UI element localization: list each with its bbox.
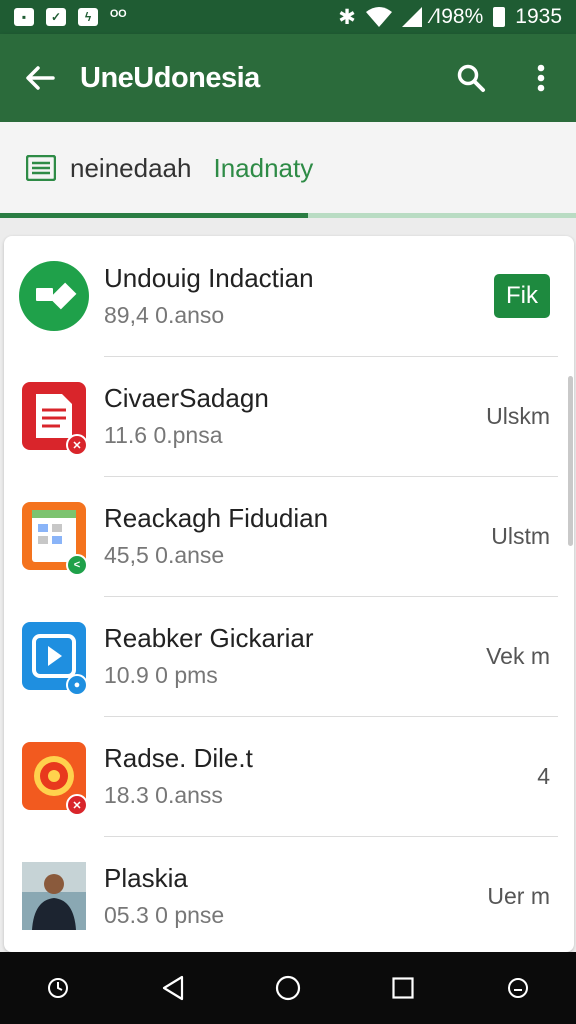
page-title: UneUdonesia [80,61,260,94]
voicemail-icon: ᴼᴼ [110,8,127,25]
back-nav-button[interactable] [143,958,203,1018]
list-item[interactable]: Undouig Indactian 89,4 0.anso Fik [4,236,574,356]
app-size: 05.3 0 pnse [104,902,225,928]
photo-notification-icon: ✓ [46,8,66,26]
search-icon [457,64,485,92]
home-circle-icon [275,975,301,1001]
notification-icon: ▪ [14,8,34,26]
tab-second[interactable]: Inadnaty [213,153,313,184]
share-badge-icon: < [66,554,88,576]
app-name: Radse. Dile.t [104,743,253,773]
tab-bar: neinedaah Inadnaty [0,122,576,218]
clock: 1935 [515,5,562,28]
error-badge-icon: ✕ [66,434,88,456]
tab-progress-track [0,213,576,218]
app-name: Undouig Indactian [104,263,314,293]
assistant-button[interactable] [28,958,88,1018]
tab-first[interactable]: neinedaah [70,153,191,184]
wifi-icon [365,7,392,27]
arrow-left-icon [26,66,55,90]
app-size: 45,5 0.anse [104,542,225,568]
info-badge-icon: ● [66,674,88,696]
back-button[interactable] [0,34,80,122]
app-name: Reabker Gickariar [104,623,314,653]
app-action[interactable]: Vek m [486,643,550,670]
search-button[interactable] [436,34,506,122]
app-name: CivaerSadagn [104,383,269,413]
app-action[interactable]: Ulstm [491,523,550,550]
minus-nav-button[interactable] [488,958,548,1018]
flash-notification-icon: ϟ [78,8,98,26]
back-triangle-icon [162,975,183,1001]
system-nav-bar [0,952,576,1024]
more-vert-icon [537,64,545,92]
app-name: Plaskia [104,863,188,893]
list-item[interactable]: ✕ Radse. Dile.t 18.3 0.anss 4 [4,716,574,836]
home-nav-button[interactable] [258,958,318,1018]
battery-percent: ∕I98% [431,5,484,28]
app-size: 89,4 0.anso [104,302,225,328]
green-app-icon [19,261,89,331]
app-name: Reackagh Fidudian [104,503,329,533]
timer-icon [47,978,68,998]
fix-button[interactable]: Fik [494,274,550,318]
app-action[interactable]: Uer m [487,883,550,910]
app-size: 11.6 0.pnsa [104,422,223,448]
recents-nav-button[interactable] [373,958,433,1018]
list-item[interactable]: < Reackagh Fidudian 45,5 0.anse Ulstm [4,476,574,596]
app-list-card: Undouig Indactian 89,4 0.anso Fik ✕ Civa… [4,236,574,952]
signal-icon [401,7,422,27]
overflow-menu-button[interactable] [506,34,576,122]
list-item[interactable]: ● Reabker Gickariar 10.9 0 pms Vek m [4,596,574,716]
tab-progress-fill [0,213,309,218]
recents-square-icon [392,977,414,999]
scrollbar[interactable] [568,376,573,546]
list-item[interactable]: ✕ CivaerSadagn 11.6 0.pnsa Ulskm [4,356,574,476]
app-size: 18.3 0.anss [104,782,223,808]
app-bar: UneUdonesia [0,34,576,122]
minus-circle-icon [508,978,529,998]
error-badge-icon: ✕ [66,794,88,816]
person-photo-thumbnail [22,862,86,930]
app-action[interactable]: 4 [537,763,550,790]
list-item[interactable]: Plaskia 05.3 0 pnse Uer m [4,836,574,952]
battery-icon [493,7,506,27]
app-action[interactable]: Ulskm [486,403,550,430]
app-size: 10.9 0 pms [104,662,218,688]
list-icon [26,155,56,181]
bluetooth-icon: ✱ [338,5,356,29]
status-bar: ▪ ✓ ϟ ᴼᴼ ✱ ∕I98% 1935 [0,0,576,34]
